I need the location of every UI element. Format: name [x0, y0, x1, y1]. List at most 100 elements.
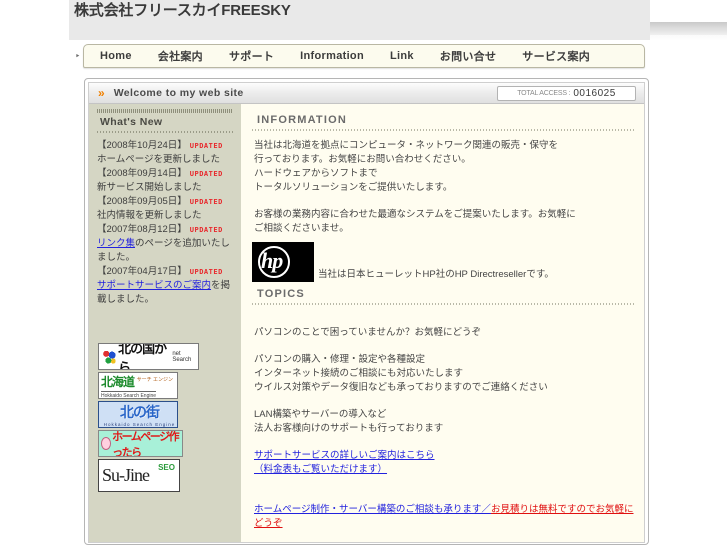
- topics-rule: [252, 303, 634, 305]
- news-link[interactable]: サポートサービスのご案内: [97, 280, 211, 291]
- banner-badge: SEO: [158, 463, 175, 472]
- main-content: INFORMATION 当社は北海道を拠点にコンピュータ・ネットワーク関連の販売…: [241, 104, 644, 542]
- nav-item-4[interactable]: Information: [300, 50, 364, 62]
- total-access-counter: TOTAL ACCESS : 0016025: [497, 86, 636, 101]
- banner-su-jine-seo[interactable]: Su-Jine SEO: [98, 459, 180, 492]
- hp-logo-icon: hp: [252, 242, 314, 282]
- nav-item-5[interactable]: Link: [390, 50, 414, 62]
- total-access-value: 0016025: [573, 88, 616, 99]
- news-body[interactable]: サポートサービスのご案内を掲載しました。: [97, 279, 237, 307]
- news-body: 新サービス開始しました: [97, 182, 202, 193]
- banner-sublabel: net Search: [172, 350, 192, 363]
- banner-sublabel: Hokkaido Search Engine: [103, 422, 176, 427]
- topics-block-spacer: [252, 340, 634, 353]
- news-updated-badge: UPDATED: [189, 142, 223, 150]
- news-date-row: 【2008年09月14日】 UPDATED: [97, 167, 237, 181]
- double-chevron-right-icon: »: [98, 86, 105, 100]
- topics-heading: TOPICS: [257, 288, 305, 300]
- information-text-line: ご相談くださいませ。: [254, 223, 349, 234]
- banner-kitanomachi[interactable]: 北の街 Hokkaido Search Engine: [98, 401, 178, 428]
- page-root: 株式会社フリースカイFREESKY ‣ Home 会社案内 サポート Informat…: [0, 0, 727, 545]
- topics-blocks: パソコンのことで困っていませんか？お気軽にどうぞ パソコンの購入・修理・設定や各種…: [252, 313, 634, 531]
- news-body[interactable]: リンク集のページを追加いたしました。: [97, 237, 237, 265]
- topics-footer-link[interactable]: ホームページ制作・サーバー構築のご相談も承ります／お見積りは無料ですのでお気軽に…: [252, 503, 634, 531]
- banner-label: 北海道: [101, 374, 135, 389]
- topics-text-line: 法人お客様向けのサポートも行っております: [254, 423, 444, 434]
- topics-text-line: パソコンの購入・修理・設定や各種設定: [254, 354, 426, 365]
- total-access-label: TOTAL ACCESS :: [517, 90, 571, 97]
- news-date: 【2007年08月12日】: [97, 224, 187, 235]
- nav-item-6[interactable]: お問い合せ: [440, 48, 497, 64]
- news-date: 【2007年04月17日】: [97, 266, 187, 277]
- nav-item-list: Home 会社案内 サポート Information Link お問い合せ サービス案内: [84, 45, 644, 67]
- news-date: 【2008年10月24日】: [97, 140, 187, 151]
- banner-sublabel: Hokkaido Search Engine: [101, 390, 157, 399]
- banner-list: 北の国から net Search 北海道 サーチ エンジン Hokkaido Searc…: [89, 335, 241, 492]
- information-text-line: 行っております。お気軽にお問い合わせください。: [254, 154, 471, 165]
- hokkaido-map-icon: [102, 348, 117, 365]
- news-body: ホームページを更新しました: [97, 154, 221, 165]
- nav-bar: Home 会社案内 サポート Information Link お問い合せ サービス案内: [83, 44, 645, 68]
- news-date-row: 【2007年04月17日】 UPDATED: [97, 265, 237, 279]
- body-columns: What's New 【2008年10月24日】 UPDATED ホームページを更新…: [89, 104, 644, 542]
- nav-item-2[interactable]: 会社案内: [158, 48, 203, 64]
- main-panel-inner: » Welcome to my web site TOTAL ACCESS : …: [88, 82, 645, 543]
- banner-homepage-tsukuttara[interactable]: ホームページ作ったら: [98, 430, 183, 457]
- banner-label: Su-Jine: [102, 465, 150, 485]
- information-text-line: トータルソリューションをご提供いたします。: [254, 182, 453, 193]
- topics-footer-spacer-2: [252, 490, 634, 503]
- information-text-line: 当社は北海道を拠点にコンピュータ・ネットワーク関連の販売・保守を: [254, 140, 559, 151]
- topics-footer-spacer: [252, 477, 634, 490]
- news-updated-badge: UPDATED: [189, 226, 223, 234]
- hp-partner-row: hp 当社は日本ヒューレットHP社のHP Directresellerです。: [252, 242, 634, 282]
- information-paragraphs: 当社は北海道を拠点にコンピュータ・ネットワーク関連の販売・保守を 行っております。…: [252, 139, 634, 236]
- news-updated-badge: UPDATED: [189, 170, 223, 178]
- banner-label: 北の国から: [118, 343, 167, 370]
- news-updated-badge: UPDATED: [189, 198, 223, 206]
- news-date-row: 【2008年10月24日】 UPDATED: [97, 139, 237, 153]
- topics-top-spacer: [252, 313, 634, 326]
- main-navigation: ‣ Home 会社案内 サポート Information Link お問い合せ サービス案内: [75, 44, 645, 68]
- welcome-bar: » Welcome to my web site TOTAL ACCESS : …: [89, 83, 644, 104]
- news-updated-badge: UPDATED: [189, 268, 223, 276]
- information-text-line: お客様の業務内容に合わせた最適なシステムをご提案いたします。お気軽に: [254, 209, 576, 220]
- topics-block-spacer: [252, 395, 634, 408]
- sidebar-heading-bottom-rule: [97, 131, 233, 133]
- topics-support-link[interactable]: （料金表もご覧いただけます）: [252, 463, 634, 477]
- topics-text-line: LAN構築やサーバーの導入など: [254, 409, 387, 420]
- nav-item-1[interactable]: Home: [100, 50, 132, 62]
- banner-label: ホームページ作ったら: [112, 430, 179, 457]
- banner-label: 北の街: [120, 404, 160, 420]
- information-text-line: ハードウェアからソフトまで: [254, 168, 378, 179]
- news-date: 【2008年09月05日】: [97, 196, 187, 207]
- sidebar: What's New 【2008年10月24日】 UPDATED ホームページを更新…: [89, 104, 241, 542]
- banner-kitanokunikara-net-search[interactable]: 北の国から net Search: [98, 343, 199, 370]
- hp-logo-letters: hp: [261, 248, 283, 273]
- topics-text-line: パソコンのことで困っていませんか？お気軽にどうぞ: [254, 327, 481, 338]
- footer-link-blue[interactable]: ホームページ制作・サーバー構築のご相談も承ります／: [254, 504, 491, 515]
- main-panel: » Welcome to my web site TOTAL ACCESS : …: [84, 78, 649, 545]
- topics-text-line: ウイルス対策やデータ復旧なども承っておりますのでご連絡ください: [254, 382, 548, 393]
- banner-sublabel-jp: サーチ エンジン: [136, 377, 173, 383]
- page-title: 株式会社フリースカイFREESKY: [74, 2, 291, 19]
- site-header: 株式会社フリースカイFREESKY: [69, 0, 650, 40]
- news-body: 社内情報を更新しました: [97, 210, 202, 221]
- topics-support-link[interactable]: サポートサービスの詳しいご案内はこちら: [252, 449, 634, 463]
- banner-hokkaido-search-engine[interactable]: 北海道 サーチ エンジン Hokkaido Search Engine: [98, 372, 178, 399]
- topics-block-spacer: [252, 436, 634, 449]
- hp-partner-caption: 当社は日本ヒューレットHP社のHP Directresellerです。: [318, 269, 554, 280]
- nav-item-3[interactable]: サポート: [229, 48, 274, 64]
- information-heading: INFORMATION: [257, 114, 347, 126]
- news-date-row: 【2008年09月05日】 UPDATED: [97, 195, 237, 209]
- news-date: 【2008年09月14日】: [97, 168, 187, 179]
- nav-item-7[interactable]: サービス案内: [522, 48, 590, 64]
- whats-new-list: 【2008年10月24日】 UPDATED ホームページを更新しました 【2008年0…: [89, 139, 241, 335]
- topics-text-line: インターネット接続のご相談にも対応いたします: [254, 368, 464, 379]
- sidebar-heading: What's New: [100, 116, 163, 128]
- news-date-row: 【2007年08月12日】 UPDATED: [97, 223, 237, 237]
- news-link[interactable]: リンク集: [97, 238, 135, 249]
- information-rule: [252, 129, 634, 131]
